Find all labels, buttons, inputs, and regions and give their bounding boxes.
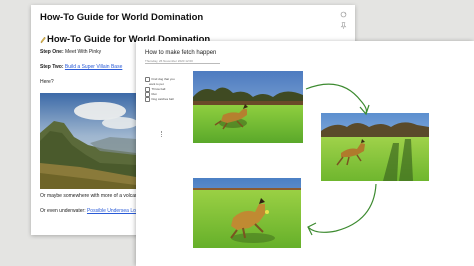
villain-base-link[interactable]: Build a Super Villain Base — [65, 64, 122, 70]
sync-icon[interactable] — [340, 11, 347, 18]
step-one-text: Meet With Pinky — [63, 49, 102, 55]
arrow-icon — [305, 83, 377, 236]
step-one: Step One: Meet With Pinky — [40, 49, 101, 55]
pencil-icon — [40, 36, 46, 43]
step-two-label: Step Two: — [40, 64, 64, 70]
pin-icon[interactable] — [340, 22, 347, 29]
underwater-text: Or even underwater: — [40, 208, 87, 214]
step-one-label: Step One: — [40, 49, 64, 55]
mountain-photo[interactable] — [40, 93, 136, 189]
step-two: Step Two: Build a Super Villain Base — [40, 64, 122, 70]
underwater-line: Or even underwater: Possible Undersea Lo… — [40, 208, 144, 214]
note-title: How-To Guide for World Domination — [40, 12, 204, 23]
volcanic-text: Or maybe somewhere with more of a volcan… — [40, 193, 145, 199]
fetch-note[interactable]: How to make fetch happen Thursday, 26 No… — [136, 41, 474, 266]
here-text: Here? — [40, 79, 54, 85]
